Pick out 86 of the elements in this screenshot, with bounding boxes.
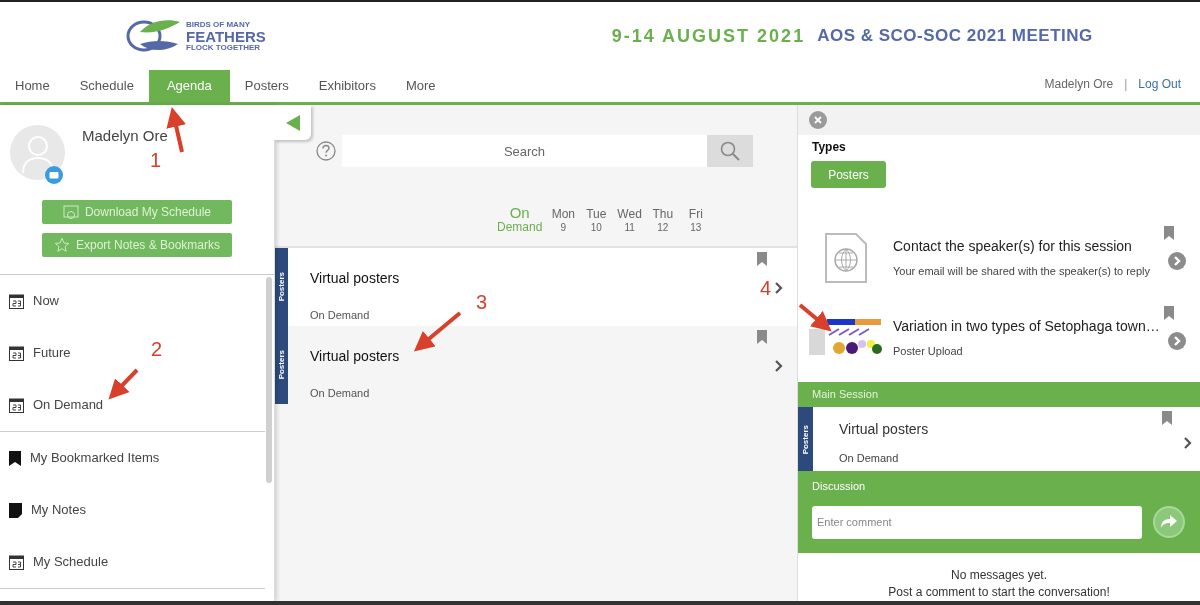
user-name: Madelyn Ore: [1044, 76, 1114, 93]
camera-badge-icon[interactable]: [45, 166, 63, 184]
sidebar-item[interactable]: On Demand: [0, 379, 110, 431]
day-tab[interactable]: Wed 11: [614, 208, 645, 234]
search-field[interactable]: Search: [342, 135, 707, 167]
collapse-tab[interactable]: [274, 105, 311, 140]
bookmark-icon[interactable]: [1164, 306, 1174, 320]
close-button[interactable]: [809, 111, 827, 129]
category-tag: Posters: [798, 407, 813, 472]
feather-logo-icon: [126, 18, 182, 54]
calendar-icon: [9, 293, 24, 309]
calendar-icon: [9, 397, 24, 413]
main-session-heading: Main Session: [812, 387, 879, 403]
arrow-annotation: [166, 107, 186, 153]
nav-tab[interactable]: Posters: [229, 70, 304, 102]
nav-tab[interactable]: Exhibitors: [303, 70, 391, 102]
profile-name: Madelyn Ore: [82, 126, 168, 146]
send-button[interactable]: [1153, 506, 1185, 539]
nav-tab[interactable]: Home: [0, 70, 65, 102]
annotation-number: 4: [760, 278, 772, 298]
chevron-circle-icon[interactable]: [1168, 332, 1186, 350]
discussion-heading: Discussion: [812, 479, 867, 495]
day-tab[interactable]: Mon 9: [548, 208, 579, 234]
bookmark-icon[interactable]: [1162, 411, 1172, 426]
annotation-number: 1: [150, 150, 162, 170]
chevron-circle-icon[interactable]: [1168, 252, 1186, 270]
bookmark-icon[interactable]: [1164, 226, 1174, 240]
separator-text: |: [1124, 76, 1128, 93]
scrollbar[interactable]: [266, 277, 272, 483]
arrow-annotation: [108, 368, 139, 400]
session-title: Virtual posters: [310, 269, 401, 288]
web-document-icon: [824, 233, 867, 283]
sidebar-item[interactable]: Now: [0, 275, 65, 327]
help-icon[interactable]: [316, 141, 336, 161]
sidebar-item[interactable]: My Bookmarked Items: [0, 432, 166, 484]
session-title: Virtual posters: [310, 347, 401, 366]
note-icon: [9, 502, 22, 518]
empty-message: No messages yet.: [950, 567, 1047, 584]
resource-item[interactable]: Contact the speaker(s) for this session Your email will be shared with the speaker(s) to reply: [798, 224, 1200, 292]
sidebar-item[interactable]: Future: [0, 327, 77, 379]
sidebar-item[interactable]: My Schedule: [0, 536, 115, 588]
triangle-left-icon: [285, 114, 300, 131]
close-icon: [814, 116, 822, 124]
bookmark-icon: [9, 450, 21, 466]
session-time: On Demand: [839, 451, 900, 467]
resource-title: Variation in two types of Setophaga town…: [893, 317, 1161, 337]
star-icon: [53, 237, 70, 253]
annotation-number: 3: [476, 292, 488, 312]
day-tab[interactable]: Fri 13: [680, 208, 711, 234]
logout-link[interactable]: Log Out: [1138, 75, 1181, 93]
session-time: On Demand: [310, 308, 371, 323]
empty-message: Post a comment to start the conversation!: [888, 584, 1110, 601]
logo-text: BIRDS OF MANY: [186, 20, 251, 29]
category-tag: Posters: [275, 248, 288, 326]
search-icon: [720, 141, 740, 161]
logo-text: FEATHERS: [186, 28, 266, 44]
calendar-icon: [9, 345, 24, 361]
resource-item[interactable]: Variation in two types of Setophaga town… Poster Upload: [798, 304, 1200, 372]
day-tab[interactable]: Tue 10: [581, 208, 612, 234]
resource-title: Contact the speaker(s) for this session: [893, 237, 1133, 257]
annotation-number: 2: [151, 339, 163, 359]
arrow-annotation: [798, 303, 832, 332]
chevron-right-icon[interactable]: [775, 282, 783, 294]
share-arrow-icon: [1161, 515, 1177, 530]
category-tag: Posters: [275, 326, 288, 404]
resource-subtitle: Poster Upload: [893, 344, 964, 360]
arrow-annotation: [413, 311, 462, 352]
bookmark-icon[interactable]: [757, 330, 767, 344]
calendar-icon: [9, 554, 24, 570]
chevron-right-icon[interactable]: [1184, 437, 1192, 450]
session-time: On Demand: [310, 386, 371, 401]
logo-text: FLOCK TOGETHER: [186, 43, 262, 52]
nav-tab[interactable]: More: [390, 70, 451, 102]
comment-field[interactable]: Enter comment: [812, 505, 1142, 539]
search-button[interactable]: [707, 135, 753, 167]
types-heading: Types: [812, 139, 847, 156]
calendar-download-icon: [62, 204, 79, 220]
nav-tab[interactable]: Schedule: [64, 70, 149, 102]
resource-subtitle: Your email will be shared with the speaker(s) to reply: [893, 264, 1151, 280]
event-dates: 9-14 AUGUST 2021: [611, 24, 806, 48]
meeting-title: AOS & SCO-SOC 2021 MEETING: [817, 25, 1093, 48]
session-title: Virtual posters: [839, 420, 930, 440]
chevron-right-icon[interactable]: [775, 360, 783, 372]
day-tab[interactable]: Thu 12: [647, 208, 678, 234]
bookmark-icon[interactable]: [757, 252, 767, 266]
sidebar-item[interactable]: My Notes: [0, 484, 92, 536]
